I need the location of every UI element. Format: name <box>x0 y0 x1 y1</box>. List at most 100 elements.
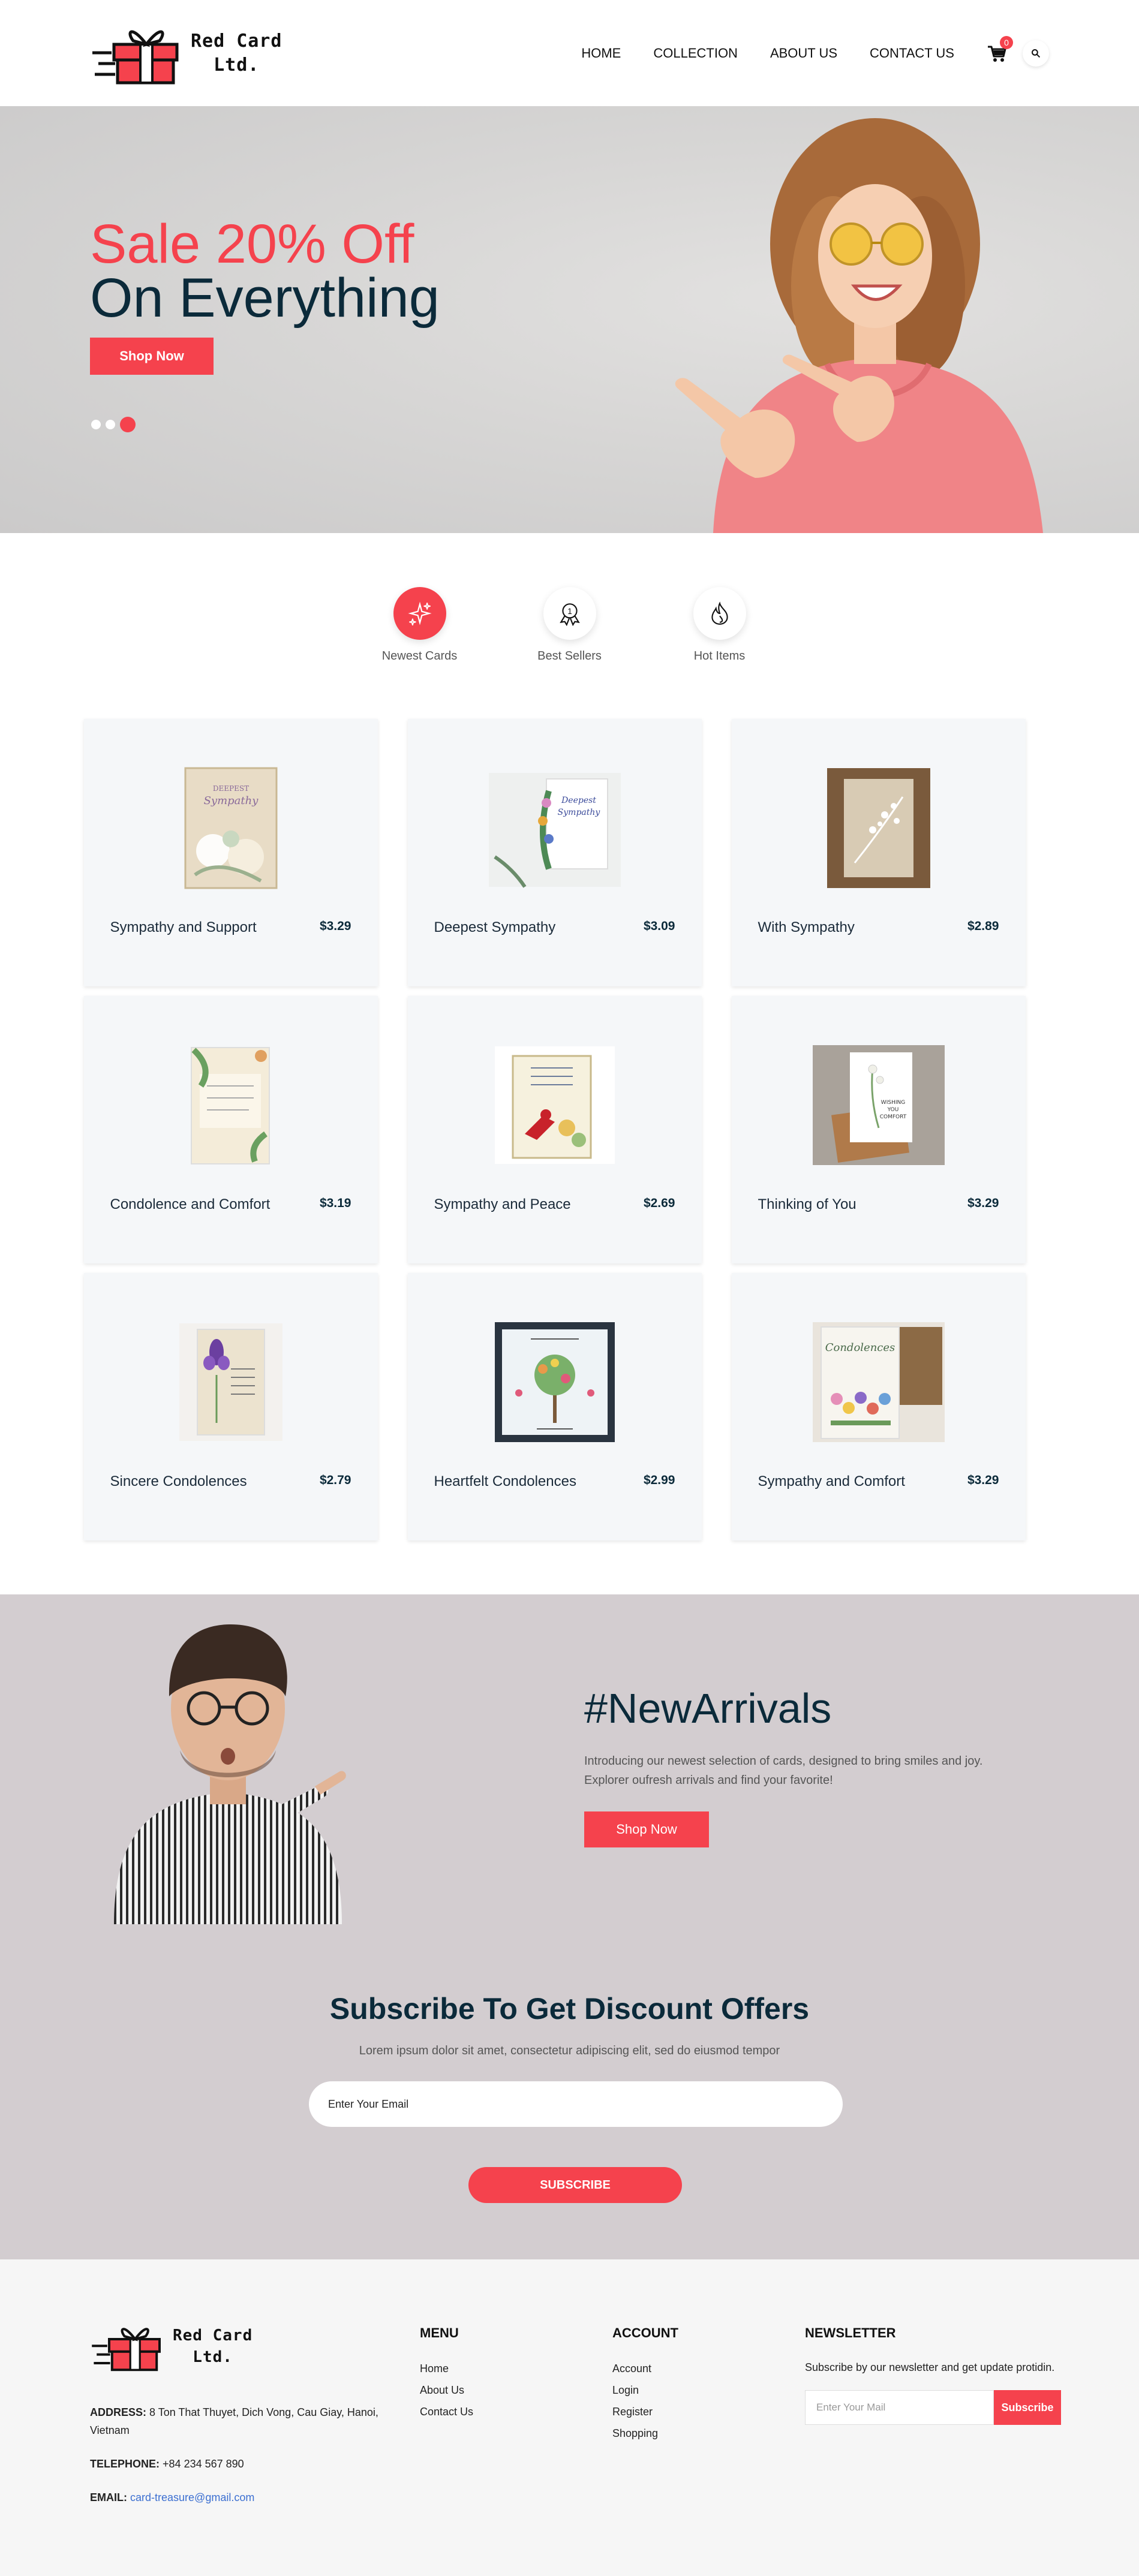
email-label: EMAIL: <box>90 2491 127 2503</box>
subscribe-button[interactable]: SUBSCRIBE <box>468 2167 682 2203</box>
cart-count-badge: 0 <box>1000 35 1013 49</box>
subscribe-text: Lorem ipsum dolor sit amet, consectetur … <box>359 2044 780 2057</box>
cart-button[interactable]: 0 <box>987 35 1013 64</box>
footer-newsletter-email-input[interactable] <box>805 2390 994 2425</box>
footer-newsletter-column: NEWSLETTER Subscribe by our newsletter a… <box>805 2325 1063 2425</box>
product-image: WISHING YOU COMFORT <box>812 1044 945 1166</box>
product-tabs: Newest Cards 1 Best Sellers Hot Items <box>0 533 1139 719</box>
product-image: DEEPEST Sympathy <box>165 767 297 889</box>
footer-newsletter-form: Subscribe <box>805 2390 1063 2425</box>
footer-link-login[interactable]: Login <box>612 2379 678 2401</box>
slider-dot-active[interactable] <box>120 417 136 432</box>
svg-text:1: 1 <box>567 607 572 616</box>
product-card[interactable]: Condolences Sympathy and Comfort $3.29 <box>731 1273 1026 1540</box>
svg-text:WISHING: WISHING <box>880 1100 904 1106</box>
slider-dot[interactable] <box>106 420 115 429</box>
footer-newsletter-title: NEWSLETTER <box>805 2325 896 2340</box>
brand-logo[interactable]: Red Card Ltd. <box>90 20 283 86</box>
search-button[interactable] <box>1023 40 1049 67</box>
new-arrivals-title: #NewArrivals <box>584 1685 832 1732</box>
product-image <box>165 1321 297 1443</box>
product-name: Sympathy and Support <box>110 919 257 935</box>
footer-link-account[interactable]: Account <box>612 2358 678 2379</box>
product-image <box>489 1321 621 1443</box>
product-card[interactable]: Sincere Condolences $2.79 <box>83 1273 378 1540</box>
hero-woman-image <box>675 118 1043 533</box>
product-image: Condolences <box>812 1321 945 1443</box>
gift-logo-icon <box>92 30 179 84</box>
footer-brand-logo[interactable]: Red Card Ltd. <box>90 2319 253 2373</box>
product-card[interactable]: Heartfelt Condolences $2.99 <box>407 1273 702 1540</box>
tab-icon-circle <box>693 587 746 640</box>
product-price: $2.89 <box>967 919 999 933</box>
gift-logo-icon <box>92 2328 161 2372</box>
footer-email: EMAIL: card-treasure@gmail.com <box>90 2488 390 2506</box>
footer-link-shopping[interactable]: Shopping <box>612 2422 678 2444</box>
svg-text:DEEPEST: DEEPEST <box>212 784 248 793</box>
svg-text:Condolences: Condolences <box>825 1341 895 1354</box>
brand-name-line2: Ltd. <box>193 2348 233 2366</box>
product-card[interactable]: Sympathy and Peace $2.69 <box>407 996 702 1263</box>
product-price: $2.99 <box>643 1473 675 1487</box>
nav-contact-us[interactable]: CONTACT US <box>870 46 954 61</box>
product-name: Heartfelt Condolences <box>434 1473 576 1489</box>
footer-account-title: ACCOUNT <box>612 2325 678 2340</box>
svg-text:YOU: YOU <box>886 1107 898 1113</box>
footer-link-home[interactable]: Home <box>420 2358 473 2379</box>
hero-banner: Sale 20% Off On Everything Shop Now <box>0 106 1139 533</box>
hero-headline-sale: Sale 20% Off <box>90 213 414 275</box>
product-card[interactable]: WISHING YOU COMFORT Thinking of You $3.2… <box>731 996 1026 1263</box>
product-price: $3.19 <box>319 1196 351 1210</box>
product-name: With Sympathy <box>758 919 855 935</box>
product-card[interactable]: Condolence and Comfort $3.19 <box>83 996 378 1263</box>
product-name: Condolence and Comfort <box>110 1196 271 1212</box>
product-price: $3.29 <box>967 1196 999 1210</box>
subscribe-email-input[interactable] <box>309 2081 843 2127</box>
flame-icon <box>711 601 728 625</box>
svg-text:Deepest: Deepest <box>561 796 596 805</box>
product-name: Deepest Sympathy <box>434 919 556 935</box>
footer-menu-title: MENU <box>420 2325 459 2340</box>
hero-shop-now-button[interactable]: Shop Now <box>90 338 214 375</box>
product-image <box>813 767 945 889</box>
nav-collection[interactable]: COLLECTION <box>653 46 738 61</box>
product-price: $3.29 <box>967 1473 999 1487</box>
product-price: $3.09 <box>643 919 675 933</box>
new-arrivals-shop-now-button[interactable]: Shop Now <box>584 1811 709 1847</box>
nav-home[interactable]: HOME <box>581 46 621 61</box>
product-card[interactable]: DEEPEST Sympathy Sympathy and Support $3… <box>83 719 378 986</box>
product-card[interactable]: Deepest Sympathy Deepest Sympathy $3.09 <box>407 719 702 986</box>
product-image <box>489 1044 621 1166</box>
svg-text:Sympathy: Sympathy <box>557 808 600 817</box>
sparkles-icon <box>407 601 432 626</box>
footer-link-register[interactable]: Register <box>612 2401 678 2422</box>
tab-icon-circle <box>393 587 446 640</box>
tab-best-sellers[interactable]: 1 Best Sellers <box>531 587 609 719</box>
brand-name-line2: Ltd. <box>214 54 260 76</box>
promo-section: #NewArrivals Introducing our newest sele… <box>0 1594 1139 2259</box>
footer-brand-name: Red Card Ltd. <box>173 2325 253 2368</box>
product-name: Sympathy and Peace <box>434 1196 571 1212</box>
email-link[interactable]: card-treasure@gmail.com <box>130 2491 254 2503</box>
nav-about-us[interactable]: ABOUT US <box>770 46 837 61</box>
product-price: $3.29 <box>319 919 351 933</box>
address-label: ADDRESS: <box>90 2406 147 2418</box>
product-card[interactable]: With Sympathy $2.89 <box>731 719 1026 986</box>
product-image: Deepest Sympathy <box>488 767 621 889</box>
slider-dot[interactable] <box>91 420 101 429</box>
footer-newsletter-subscribe-button[interactable]: Subscribe <box>994 2390 1061 2425</box>
footer-link-contact-us[interactable]: Contact Us <box>420 2401 473 2422</box>
product-name: Sympathy and Comfort <box>758 1473 905 1489</box>
tab-icon-circle: 1 <box>543 587 596 640</box>
footer-account-column: ACCOUNT Account Login Register Shopping <box>612 2325 678 2444</box>
tab-label: Hot Items <box>693 649 746 663</box>
footer-link-about-us[interactable]: About Us <box>420 2379 473 2401</box>
telephone-label: TELEPHONE: <box>90 2458 160 2470</box>
svg-text:COMFORT: COMFORT <box>879 1114 906 1120</box>
telephone-value: +84 234 567 890 <box>163 2458 244 2470</box>
tab-hot-items[interactable]: Hot Items <box>681 587 759 719</box>
tab-newest-cards[interactable]: Newest Cards <box>381 587 459 719</box>
tab-label: Newest Cards <box>381 649 458 663</box>
new-arrivals-text: Introducing our newest selection of card… <box>584 1755 983 1787</box>
main-nav: HOME COLLECTION ABOUT US CONTACT US 0 <box>581 0 1049 106</box>
